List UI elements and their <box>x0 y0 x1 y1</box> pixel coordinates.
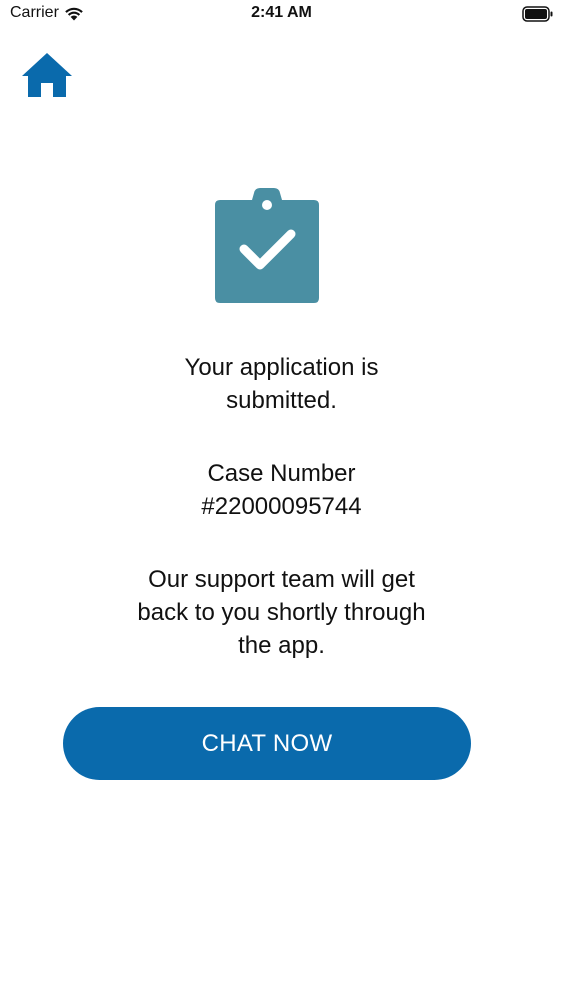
home-button[interactable] <box>19 50 75 100</box>
case-number-value: #22000095744 <box>201 493 362 520</box>
chat-now-button[interactable]: CHAT NOW <box>63 707 471 780</box>
submission-message-line2: submitted. <box>226 387 337 414</box>
submission-message: Your application is submitted. <box>60 351 503 417</box>
support-message: Our support team will get back to you sh… <box>60 563 503 662</box>
status-time: 2:41 AM <box>251 4 312 21</box>
battery-icon <box>522 6 554 22</box>
case-number-block: Case Number #22000095744 <box>60 457 503 523</box>
submission-message-line1: Your application is <box>184 354 379 381</box>
clipboard-check-icon <box>214 186 320 304</box>
support-message-line3: the app. <box>238 632 325 659</box>
status-bar: Carrier 2:41 AM <box>0 0 563 30</box>
support-message-line2: back to you shortly through <box>137 599 426 626</box>
support-message-line1: Our support team will get <box>148 566 415 593</box>
case-number-label: Case Number <box>207 460 356 487</box>
home-icon <box>19 50 75 100</box>
